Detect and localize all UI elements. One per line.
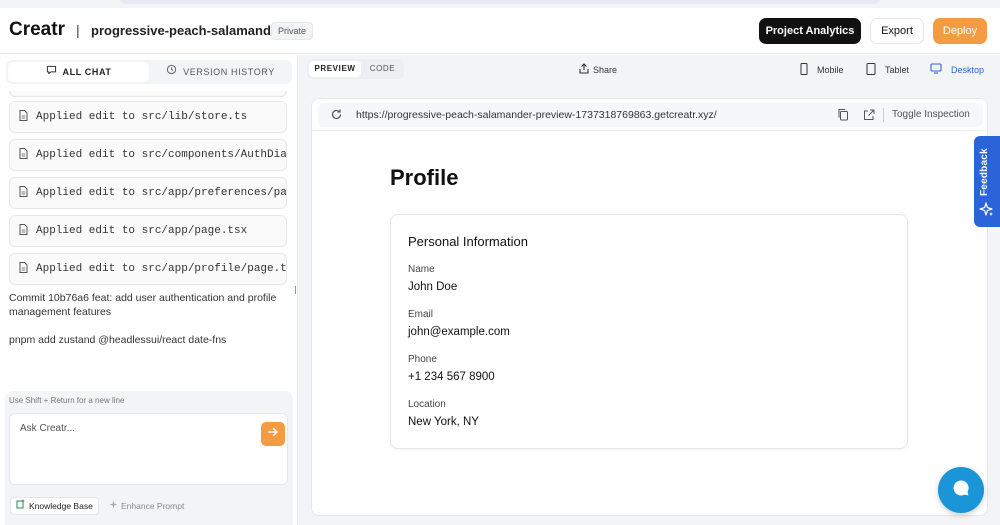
toggle-inspection-button[interactable]: Toggle Inspection (892, 109, 970, 120)
field-value-location: New York, NY (408, 416, 479, 428)
tab-all-chat[interactable]: ALL CHAT (8, 62, 149, 82)
field-value-name: John Doe (408, 281, 458, 293)
list-item[interactable]: Applied edit to src/lib/store.ts (9, 101, 287, 133)
tab-code[interactable]: CODE (363, 61, 402, 77)
sparkle-icon (979, 202, 994, 222)
share-button[interactable]: Share (579, 63, 617, 76)
device-desktop[interactable]: Desktop (930, 63, 984, 76)
chat-panel: ALL CHAT VERSION HISTORY Applied edit to… (0, 55, 293, 525)
edit-message: Applied edit to src/app/preferences/page… (36, 187, 287, 199)
sparkle-icon (109, 497, 118, 515)
commit-message: Commit 10b76a6 feat: add user authentica… (9, 292, 277, 318)
send-button[interactable] (261, 422, 285, 446)
edit-message: Applied edit to src/app/profile/page.tsx (36, 263, 287, 275)
url-field: https://progressive-peach-salamander-pre… (318, 103, 983, 127)
chat-support-button[interactable] (938, 467, 984, 513)
tab-preview[interactable]: PREVIEW (309, 61, 361, 77)
address-pill (120, 0, 880, 4)
file-icon (19, 222, 28, 240)
logo: Creatr (9, 19, 65, 40)
browser-top-strip (0, 0, 1000, 8)
enhance-prompt-label: Enhance Prompt (121, 501, 185, 511)
page-title: Profile (390, 165, 459, 190)
file-icon (19, 146, 28, 164)
list-item[interactable]: Applied edit to src/components/AuthDialo… (9, 139, 287, 171)
field-value-email: john@example.com (408, 326, 510, 338)
project-name: progressive-peach-salamander (91, 23, 284, 38)
field-value-phone: +1 234 567 8900 (408, 371, 495, 383)
url-separator (883, 108, 884, 122)
mobile-icon (800, 63, 808, 77)
preview-url[interactable]: https://progressive-peach-salamander-pre… (356, 109, 717, 121)
list-item[interactable]: Applied edit to src/app/page.tsx (9, 215, 287, 247)
knowledge-base-button[interactable]: Knowledge Base (10, 497, 99, 515)
export-button[interactable]: Export (870, 18, 924, 44)
deploy-button[interactable]: Deploy (933, 18, 987, 44)
command-message: pnpm add zustand @headlessui/react date-… (9, 334, 227, 346)
composer-hint: Use Shift + Return for a new line (9, 396, 125, 405)
device-desktop-label: Desktop (951, 64, 985, 75)
list-item (9, 91, 287, 97)
file-icon (19, 260, 28, 278)
edit-message: Applied edit to src/lib/store.ts (36, 111, 248, 123)
device-mobile-label: Mobile (817, 65, 844, 75)
visibility-badge: Private (271, 22, 314, 40)
feedback-tab[interactable]: Feedback (974, 136, 1000, 227)
device-mobile[interactable]: Mobile (800, 63, 844, 77)
profile-card: Personal Information Name John Doe Email… (390, 214, 908, 449)
edit-message: Applied edit to src/components/AuthDialo… (36, 149, 287, 161)
share-icon (579, 63, 589, 76)
enhance-prompt-button[interactable]: Enhance Prompt (109, 497, 184, 515)
tab-version-history-label: VERSION HISTORY (183, 67, 275, 77)
field-label-email: Email (408, 309, 434, 320)
device-tablet[interactable]: Tablet (866, 63, 909, 77)
file-icon (19, 108, 28, 126)
chat-bubble-icon (951, 478, 971, 503)
desktop-icon (930, 63, 942, 76)
edit-message: Applied edit to src/app/page.tsx (36, 225, 248, 237)
view-tabs: PREVIEW CODE (307, 59, 404, 79)
field-label-name: Name (408, 264, 435, 275)
tablet-icon (866, 63, 876, 77)
copy-icon[interactable] (837, 108, 849, 126)
feedback-label: Feedback (979, 148, 990, 196)
chat-icon (46, 62, 57, 82)
knowledge-base-label: Knowledge Base (29, 501, 93, 511)
preview-panel: PREVIEW CODE Share Mobile Tablet Desktop… (298, 55, 1000, 525)
external-link-icon[interactable] (863, 108, 875, 126)
share-label: Share (593, 64, 618, 75)
list-item[interactable]: Applied edit to src/app/profile/page.tsx (9, 253, 287, 285)
prompt-input[interactable] (20, 423, 250, 463)
header-separator: | (76, 22, 80, 38)
url-bar: https://progressive-peach-salamander-pre… (312, 99, 987, 131)
tab-all-chat-label: ALL CHAT (62, 67, 112, 77)
history-icon (166, 62, 177, 82)
device-tablet-label: Tablet (885, 65, 910, 75)
arrow-right-icon (267, 425, 279, 443)
preview-frame: https://progressive-peach-salamander-pre… (311, 98, 988, 516)
app-header: Creatr | progressive-peach-salamander Pr… (0, 8, 1000, 54)
list-item[interactable]: Applied edit to src/app/preferences/page… (9, 177, 287, 209)
book-plus-icon (16, 498, 26, 514)
card-title: Personal Information (408, 234, 528, 249)
field-label-phone: Phone (408, 354, 437, 365)
tab-version-history[interactable]: VERSION HISTORY (151, 62, 290, 82)
chat-tabs: ALL CHAT VERSION HISTORY (6, 60, 292, 84)
reload-icon[interactable] (330, 108, 343, 126)
field-label-location: Location (408, 399, 446, 410)
project-analytics-button[interactable]: Project Analytics (759, 18, 861, 44)
composer: Use Shift + Return for a new line Knowle… (5, 391, 293, 525)
file-icon (19, 184, 28, 202)
prompt-box (9, 413, 288, 485)
